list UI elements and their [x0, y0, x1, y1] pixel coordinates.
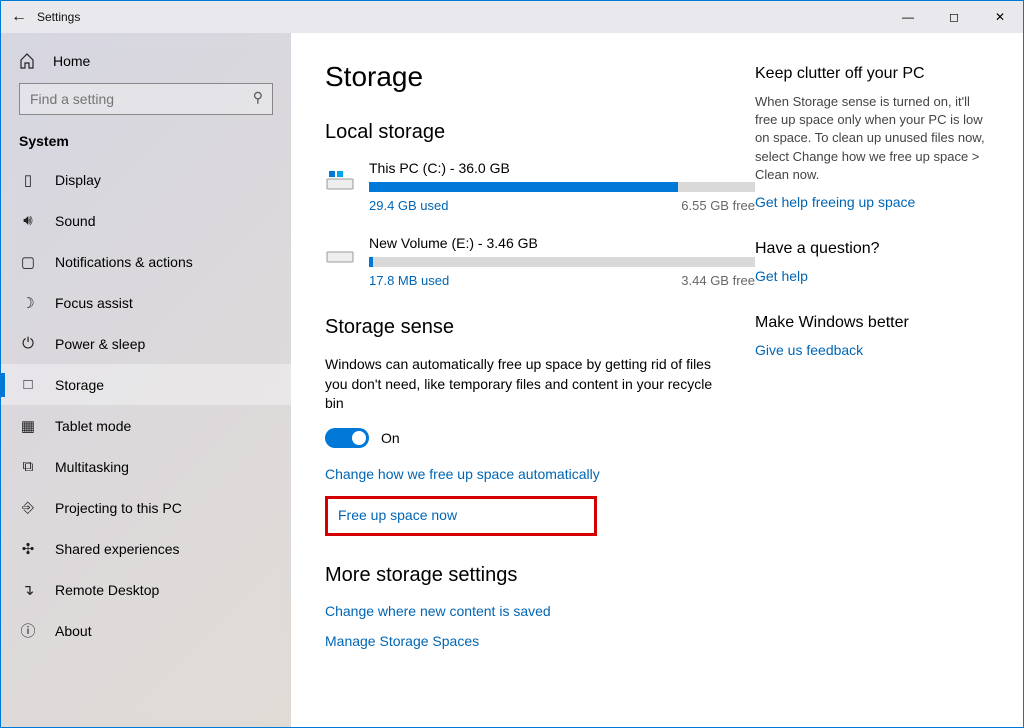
nav-remote-desktop[interactable]: ↴Remote Desktop [1, 569, 291, 610]
search-input[interactable] [19, 83, 273, 115]
display-icon: ▯ [19, 171, 37, 189]
settings-window: ← Settings ― ◻ ✕ Home ⚲ System ▯Display … [0, 0, 1024, 728]
back-button[interactable]: ← [11, 8, 37, 26]
drive-c-bar [369, 182, 755, 192]
home-nav[interactable]: Home [1, 47, 291, 83]
link-manage-storage-spaces[interactable]: Manage Storage Spaces [325, 633, 479, 649]
remote-icon: ↴ [19, 581, 37, 599]
maximize-button[interactable]: ◻ [931, 1, 977, 33]
drive-e-used: 17.8 MB used [369, 273, 449, 288]
storage-sense-state: On [381, 430, 400, 446]
highlight-free-up-now: Free up space now [325, 496, 597, 536]
home-icon [19, 53, 35, 69]
sound-icon: 🔊︎ [19, 212, 37, 230]
link-get-help[interactable]: Get help [755, 268, 808, 284]
focus-icon: ☽ [19, 294, 37, 312]
nav-tablet-mode[interactable]: ▦Tablet mode [1, 405, 291, 446]
nav-shared-experiences[interactable]: ✣Shared experiences [1, 528, 291, 569]
category-heading: System [1, 133, 291, 159]
question-heading: Have a question? [755, 240, 987, 258]
local-storage-heading: Local storage [325, 121, 755, 144]
drive-e-bar [369, 257, 755, 267]
nav-display[interactable]: ▯Display [1, 159, 291, 200]
storage-sense-heading: Storage sense [325, 316, 755, 339]
nav-sound[interactable]: 🔊︎Sound [1, 200, 291, 241]
link-help-freeing-space[interactable]: Get help freeing up space [755, 194, 915, 210]
close-button[interactable]: ✕ [977, 1, 1023, 33]
nav-projecting[interactable]: ⎆Projecting to this PC [1, 487, 291, 528]
home-label: Home [53, 53, 90, 69]
storage-sense-toggle[interactable] [325, 428, 369, 448]
drive-e-free: 3.44 GB free [681, 273, 755, 288]
about-icon: ⓘ [19, 622, 37, 640]
link-free-up-now[interactable]: Free up space now [338, 507, 457, 523]
nav-power-sleep[interactable]: ⏻Power & sleep [1, 323, 291, 364]
titlebar: ← Settings ― ◻ ✕ [1, 1, 1023, 33]
shared-icon: ✣ [19, 540, 37, 558]
tablet-icon: ▦ [19, 417, 37, 435]
drive-c-name: This PC (C:) - 36.0 GB [369, 160, 755, 176]
nav-storage[interactable]: □Storage [1, 364, 291, 405]
nav-notifications[interactable]: ▢Notifications & actions [1, 241, 291, 282]
storage-sense-description: Windows can automatically free up space … [325, 355, 715, 414]
link-change-free-space[interactable]: Change how we free up space automaticall… [325, 466, 600, 482]
link-change-where-saved[interactable]: Change where new content is saved [325, 603, 551, 619]
multitasking-icon: ⧉ [19, 458, 37, 476]
content: Storage Local storage This PC (C:) - 36.… [325, 61, 755, 727]
drive-c-used: 29.4 GB used [369, 198, 449, 213]
more-storage-heading: More storage settings [325, 564, 755, 587]
aside: Keep clutter off your PC When Storage se… [755, 61, 987, 727]
window-title: Settings [37, 10, 80, 24]
drive-e[interactable]: New Volume (E:) - 3.46 GB 17.8 MB used 3… [325, 235, 755, 288]
notifications-icon: ▢ [19, 253, 37, 271]
drive-c-free: 6.55 GB free [681, 198, 755, 213]
nav-multitasking[interactable]: ⧉Multitasking [1, 446, 291, 487]
drive-e-icon [325, 241, 355, 271]
nav-focus-assist[interactable]: ☽Focus assist [1, 282, 291, 323]
power-icon: ⏻ [19, 335, 37, 353]
minimize-button[interactable]: ― [885, 1, 931, 33]
feedback-heading: Make Windows better [755, 314, 987, 332]
page-title: Storage [325, 61, 755, 93]
drive-e-name: New Volume (E:) - 3.46 GB [369, 235, 755, 251]
drive-c[interactable]: This PC (C:) - 36.0 GB 29.4 GB used 6.55… [325, 160, 755, 213]
tip-body: When Storage sense is turned on, it'll f… [755, 93, 987, 184]
projecting-icon: ⎆ [19, 499, 37, 517]
nav-list: ▯Display 🔊︎Sound ▢Notifications & action… [1, 159, 291, 651]
storage-icon: □ [19, 376, 37, 394]
drive-c-icon [325, 166, 355, 196]
sidebar: Home ⚲ System ▯Display 🔊︎Sound ▢Notifica… [1, 33, 291, 727]
nav-about[interactable]: ⓘAbout [1, 610, 291, 651]
link-give-feedback[interactable]: Give us feedback [755, 342, 863, 358]
main-pane: Storage Local storage This PC (C:) - 36.… [291, 33, 1023, 727]
tip-heading: Keep clutter off your PC [755, 65, 987, 83]
